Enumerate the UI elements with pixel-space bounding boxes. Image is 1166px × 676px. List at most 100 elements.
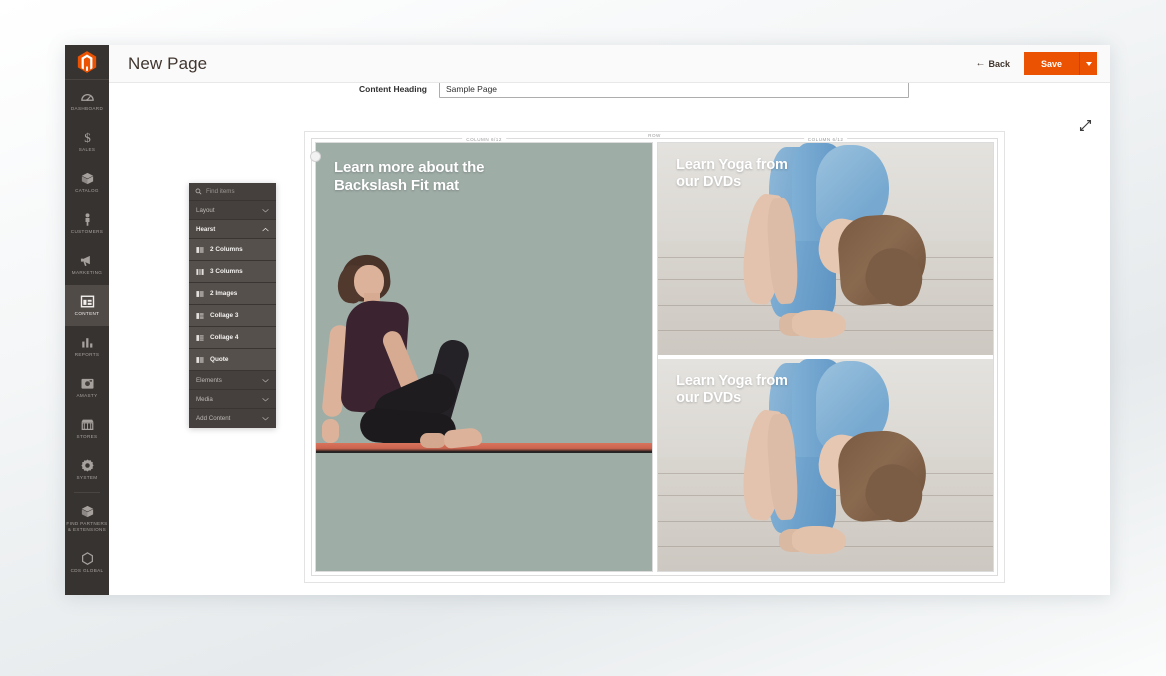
mat-photo-illustration [316, 143, 653, 571]
sidebar-item-label: SYSTEM [76, 475, 98, 481]
sidebar-item-amasty[interactable]: AMASTY [65, 367, 109, 408]
megaphone-icon [80, 255, 90, 267]
group-hearst[interactable]: Hearst [189, 220, 276, 239]
sidebar-item-label: CDS GLOBAL [70, 568, 104, 574]
page-builder-stage[interactable]: ROW COLUMN 6/12 Learn more about the Bac… [304, 131, 1005, 583]
gear-icon [80, 459, 94, 472]
sidebar-item-label: REPORTS [74, 352, 100, 358]
page-title: New Page [128, 53, 208, 73]
row-container[interactable]: ROW COLUMN 6/12 Learn more about the Bac… [310, 133, 998, 576]
group-label: Media [196, 395, 213, 403]
sidebar-item-find-partners[interactable]: FIND PARTNERS & EXTENSIONS [65, 495, 109, 542]
sidebar-item-catalog[interactable]: CATALOG [65, 162, 109, 203]
amasty-icon [81, 378, 93, 389]
page-builder-tool-panel: Layout Hearst 2 Columns [189, 183, 276, 428]
tool-item-collage-4[interactable]: Collage 4 [189, 327, 276, 349]
chevron-up-icon [262, 227, 269, 231]
tool-item-label: 2 Columns [210, 246, 243, 253]
tool-item-label: 2 Images [210, 290, 238, 297]
hexagon-icon [81, 552, 93, 566]
sidebar-item-stores[interactable]: STORES [65, 408, 109, 449]
dashboard-gauge-icon [80, 94, 94, 102]
search-input[interactable] [206, 188, 270, 195]
sidebar-item-dashboard[interactable]: DASHBOARD [65, 80, 109, 121]
sidebar-item-label: DASHBOARD [70, 106, 104, 112]
caret-down-icon [1085, 61, 1092, 66]
sidebar-item-label: FIND PARTNERS & EXTENSIONS [66, 521, 108, 532]
tool-item-3-columns[interactable]: 3 Columns [189, 261, 276, 283]
back-label: Back [988, 58, 1010, 69]
tool-item-label: 3 Columns [210, 268, 243, 275]
admin-window: DASHBOARD $ SALES CATALOG CUSTOMERS MARK… [65, 45, 1110, 595]
dollar-sign-icon: $ [84, 130, 91, 145]
person-icon [85, 213, 89, 226]
sidebar-item-label: CONTENT [74, 311, 100, 317]
group-label: Add Content [196, 415, 231, 422]
tool-item-2-columns[interactable]: 2 Columns [189, 239, 276, 261]
box-icon [81, 173, 93, 185]
svg-text:$: $ [84, 130, 91, 145]
chevron-down-icon [262, 417, 269, 421]
sidebar-item-label: SALES [78, 147, 96, 153]
columns-2-icon [196, 246, 204, 253]
group-layout[interactable]: Layout [189, 201, 276, 220]
sidebar-item-sales[interactable]: $ SALES [65, 121, 109, 162]
banner-learn-yoga-1[interactable]: Learn Yoga from our DVDs [658, 143, 993, 355]
tool-item-label: Quote [210, 356, 229, 363]
find-items-row[interactable] [189, 183, 276, 201]
form-scroll-strip: Content Heading [109, 83, 1110, 101]
images-2-icon [196, 290, 204, 297]
magento-logo-icon [77, 51, 97, 73]
group-elements[interactable]: Elements [189, 371, 276, 390]
banner-learn-yoga-2[interactable]: Learn Yoga from our DVDs [658, 359, 993, 571]
group-add-content[interactable]: Add Content [189, 409, 276, 428]
content-heading-input[interactable] [439, 83, 909, 98]
tool-item-label: Collage 3 [210, 312, 239, 319]
sidebar-item-customers[interactable]: CUSTOMERS [65, 203, 109, 244]
columns-container: COLUMN 6/12 Learn more about the Backsla… [310, 137, 994, 572]
sidebar-item-label: CUSTOMERS [70, 229, 104, 235]
sidebar-item-system[interactable]: SYSTEM [65, 449, 109, 490]
column-left-label: COLUMN 6/12 [462, 137, 506, 142]
expand-diagonal-icon[interactable] [1079, 119, 1092, 132]
column-left[interactable]: COLUMN 6/12 Learn more about the Backsla… [310, 137, 654, 572]
admin-sidebar: DASHBOARD $ SALES CATALOG CUSTOMERS MARK… [65, 45, 109, 595]
save-button[interactable]: Save [1023, 52, 1079, 75]
group-label: Elements [196, 376, 222, 384]
storefront-icon [81, 419, 93, 431]
back-button[interactable]: ← Back [975, 58, 1010, 69]
magento-logo[interactable] [65, 45, 109, 80]
save-button-group: Save [1023, 52, 1097, 75]
drag-handle-icon[interactable] [310, 151, 321, 162]
sidebar-item-reports[interactable]: REPORTS [65, 326, 109, 367]
content-heading-label: Content Heading [359, 83, 427, 94]
tool-item-collage-3[interactable]: Collage 3 [189, 305, 276, 327]
sidebar-item-cds-global[interactable]: CDS GLOBAL [65, 542, 109, 583]
sidebar-item-content[interactable]: CONTENT [65, 285, 109, 326]
banner-heading: Learn Yoga from our DVDs [676, 373, 788, 406]
sidebar-item-label: CATALOG [75, 188, 99, 194]
quote-icon [196, 356, 204, 363]
column-right[interactable]: COLUMN 6/12 Learn Yoga from our DVDs Lea… [657, 137, 994, 572]
content-layout-icon [80, 295, 94, 308]
group-label: Hearst [196, 225, 216, 233]
chevron-down-icon [262, 208, 269, 212]
banner-backslash-fit-mat[interactable]: Learn more about the Backslash Fit mat [316, 143, 653, 571]
bar-chart-icon [81, 338, 92, 348]
sidebar-item-marketing[interactable]: MARKETING [65, 244, 109, 285]
page-builder-canvas: ROW COLUMN 6/12 Learn more about the Bac… [109, 101, 1110, 595]
content-heading-field-row: Content Heading [355, 83, 909, 98]
sidebar-item-label: AMASTY [76, 393, 98, 399]
sidebar-item-label: STORES [76, 434, 98, 440]
columns-3-icon [196, 268, 204, 275]
group-media[interactable]: Media [189, 390, 276, 409]
row-label: ROW [644, 133, 665, 138]
page-header: New Page ← Back Save [109, 45, 1110, 83]
column-right-label: COLUMN 6/12 [803, 137, 848, 142]
save-dropdown-button[interactable] [1079, 52, 1097, 75]
chevron-down-icon [262, 397, 269, 401]
tool-item-quote[interactable]: Quote [189, 349, 276, 371]
yoga-mat-coral [316, 443, 653, 453]
collage-3-icon [196, 312, 204, 319]
tool-item-2-images[interactable]: 2 Images [189, 283, 276, 305]
